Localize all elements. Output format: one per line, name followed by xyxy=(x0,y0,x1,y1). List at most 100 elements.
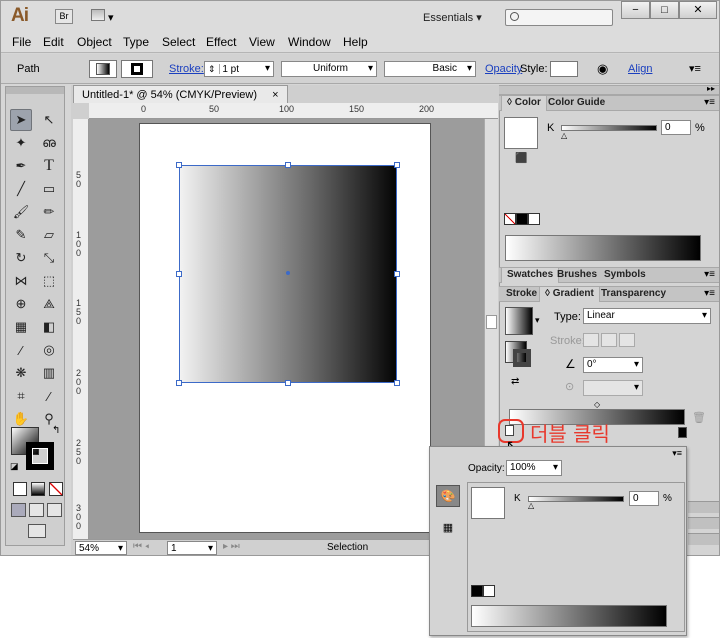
stroke-color-dropdown[interactable] xyxy=(121,60,153,78)
gradient-stroke-indicator[interactable] xyxy=(513,349,531,367)
menu-type[interactable]: Type xyxy=(123,35,149,49)
scroll-thumb[interactable] xyxy=(486,315,497,329)
midpoint-diamond-icon[interactable]: ◇ xyxy=(594,400,600,409)
tab-symbols[interactable]: Symbols xyxy=(599,268,651,283)
gradient-button[interactable] xyxy=(31,482,45,496)
tab-color-guide[interactable]: Color Guide xyxy=(543,96,610,111)
shape-builder-tool-icon[interactable]: ⊕ xyxy=(10,293,32,315)
panel-dock-header[interactable]: ▸▸ xyxy=(499,84,719,95)
eyedropper-tool-icon[interactable]: ⁄ xyxy=(10,339,32,361)
next-artboard-icon[interactable]: ▸ ⏭ xyxy=(223,541,240,552)
gradient-stop-white[interactable] xyxy=(505,425,514,436)
tools-panel-grip[interactable] xyxy=(6,87,64,94)
brush-definition-dropdown[interactable]: Basic xyxy=(384,61,476,77)
type-tool-icon[interactable]: T xyxy=(38,155,60,177)
gradient-angle-dropdown[interactable]: 0° xyxy=(583,357,643,373)
gradient-tool-icon[interactable]: ◧ xyxy=(38,316,60,338)
popup-color-spectrum-bar[interactable] xyxy=(471,605,667,627)
chevron-down-icon[interactable]: ▾ xyxy=(535,315,540,326)
bridge-button[interactable]: Br xyxy=(55,9,73,24)
pencil-tool-icon[interactable]: ✏ xyxy=(38,201,60,223)
workspace-switcher[interactable]: Essentials ▾ xyxy=(423,11,482,24)
popup-k-slider[interactable] xyxy=(528,496,624,502)
magic-wand-tool-icon[interactable]: ✦ xyxy=(10,132,32,154)
popup-color-swatch[interactable] xyxy=(471,487,505,519)
bounding-box-handle[interactable] xyxy=(285,162,291,168)
rectangle-tool-icon[interactable]: ▭ xyxy=(38,178,60,200)
arrange-documents-button[interactable]: ▾ xyxy=(91,9,117,24)
popup-menu-icon[interactable]: ▾≡ xyxy=(672,448,682,459)
tab-color[interactable]: ◊ Color xyxy=(501,96,547,111)
menu-view[interactable]: View xyxy=(249,35,275,49)
popup-k-value-input[interactable]: 0 xyxy=(629,491,659,506)
first-artboard-icon[interactable]: ⏮ ◂ xyxy=(133,541,149,552)
control-panel-menu-icon[interactable]: ▾≡ xyxy=(689,62,701,75)
tab-transparency[interactable]: Transparency xyxy=(596,287,671,302)
menu-help[interactable]: Help xyxy=(343,35,368,49)
swatches-mode-icon[interactable]: ▦ xyxy=(438,519,458,535)
pen-tool-icon[interactable]: ✒ xyxy=(10,155,32,177)
bounding-box-handle[interactable] xyxy=(394,271,400,277)
symbol-sprayer-tool-icon[interactable]: ❋ xyxy=(10,362,32,384)
white-swatch[interactable] xyxy=(483,585,495,597)
collapsed-panel-row[interactable] xyxy=(688,533,719,545)
paintbrush-tool-icon[interactable]: 🖌 xyxy=(10,201,32,223)
minimize-button[interactable]: − xyxy=(621,1,650,19)
menu-edit[interactable]: Edit xyxy=(43,35,64,49)
selection-tool-icon[interactable]: ➤ xyxy=(10,109,32,131)
slider-thumb-icon[interactable]: △ xyxy=(528,501,534,510)
document-tab[interactable]: Untitled-1* @ 54% (CMYK/Preview) × xyxy=(73,85,288,103)
opacity-dropdown[interactable]: 100% xyxy=(506,460,562,476)
white-swatch[interactable] xyxy=(528,213,540,225)
reverse-gradient-icon[interactable]: ⇄ xyxy=(511,376,519,387)
stroke-panel-link[interactable]: Stroke: xyxy=(169,63,204,75)
bounding-box-handle[interactable] xyxy=(394,162,400,168)
none-button[interactable] xyxy=(49,482,63,496)
fill-color-dropdown[interactable] xyxy=(89,60,117,78)
draw-inside-icon[interactable] xyxy=(47,503,62,517)
black-swatch[interactable] xyxy=(516,213,528,225)
collapse-panels-icon[interactable]: ▸▸ xyxy=(707,84,715,93)
stroke-gradient-option-icon[interactable] xyxy=(601,333,617,347)
perspective-grid-tool-icon[interactable]: ⟁ xyxy=(38,293,60,315)
menu-select[interactable]: Select xyxy=(162,35,195,49)
recolor-artwork-icon[interactable]: ◉ xyxy=(597,61,608,77)
swap-fill-stroke-icon[interactable]: ↰ xyxy=(52,425,60,436)
line-tool-icon[interactable]: ╱ xyxy=(10,178,32,200)
scale-tool-icon[interactable]: ⤡ xyxy=(38,247,60,269)
lasso-tool-icon[interactable]: ഌ xyxy=(38,132,60,154)
aspect-ratio-dropdown[interactable] xyxy=(583,380,643,396)
close-button[interactable]: ✕ xyxy=(679,1,717,19)
search-input[interactable] xyxy=(505,9,613,26)
variable-width-profile-dropdown[interactable]: Uniform xyxy=(281,61,377,77)
bounding-box-handle[interactable] xyxy=(176,271,182,277)
color-button[interactable] xyxy=(13,482,27,496)
out-of-gamut-icon[interactable]: ⬛ xyxy=(515,153,527,164)
rotate-tool-icon[interactable]: ↻ xyxy=(10,247,32,269)
collapsed-panel-row[interactable] xyxy=(688,517,719,529)
opacity-panel-link[interactable]: Opacity xyxy=(485,63,522,75)
free-transform-tool-icon[interactable]: ⬚ xyxy=(38,270,60,292)
stroke-color-swatch[interactable] xyxy=(26,442,54,470)
width-tool-icon[interactable]: ⋈ xyxy=(10,270,32,292)
menu-object[interactable]: Object xyxy=(77,35,112,49)
stroke-weight-dropdown[interactable]: ⇕ 1 pt xyxy=(204,61,274,77)
menu-effect[interactable]: Effect xyxy=(206,35,236,49)
maximize-button[interactable]: □ xyxy=(650,1,679,19)
stroke-gradient-option-icon[interactable] xyxy=(583,333,599,347)
mesh-tool-icon[interactable]: ▦ xyxy=(10,316,32,338)
color-fill-swatch[interactable] xyxy=(504,117,538,149)
draw-behind-icon[interactable] xyxy=(29,503,44,517)
vertical-ruler[interactable]: 5 0 1 0 0 1 5 0 2 0 0 2 5 0 3 0 0 xyxy=(73,119,89,539)
gradient-preview-swatch[interactable] xyxy=(505,307,533,335)
trash-icon[interactable]: 🗑 xyxy=(692,411,706,424)
gradient-type-dropdown[interactable]: Linear xyxy=(583,308,711,324)
column-graph-tool-icon[interactable]: ▥ xyxy=(38,362,60,384)
slice-tool-icon[interactable]: ⁄ xyxy=(38,385,60,407)
bounding-box-handle[interactable] xyxy=(176,380,182,386)
black-swatch[interactable] xyxy=(471,585,483,597)
color-spectrum-bar[interactable] xyxy=(505,235,701,261)
tab-stroke[interactable]: Stroke xyxy=(501,287,542,302)
slider-thumb-icon[interactable]: △ xyxy=(561,131,567,140)
close-tab-icon[interactable]: × xyxy=(272,89,278,101)
